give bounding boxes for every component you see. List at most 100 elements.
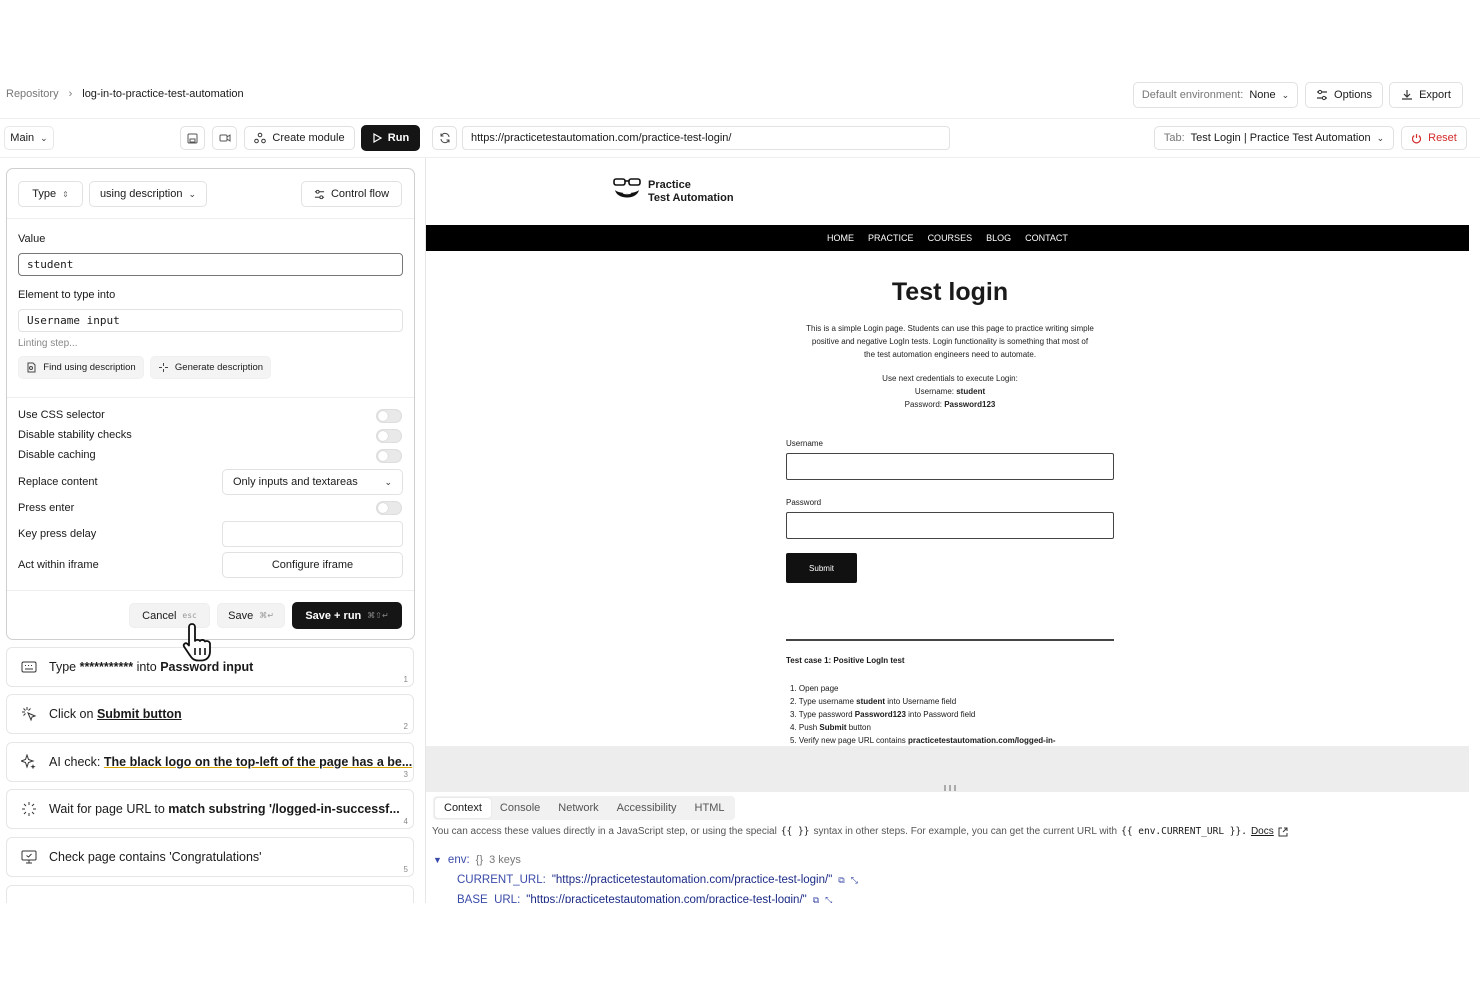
breadcrumb-repository[interactable]: Repository (6, 88, 59, 100)
css-selector-toggle[interactable] (376, 409, 402, 423)
generate-description-button[interactable]: Generate description (150, 356, 271, 379)
step-3-number: 3 (403, 770, 408, 779)
caret-down-icon[interactable]: ▼ (433, 850, 442, 870)
loader-icon (19, 799, 39, 819)
devtools-tabs: Context Console Network Accessibility HT… (433, 796, 736, 820)
expand-icon[interactable]: ⤡ (825, 890, 832, 903)
step-2-number: 2 (403, 722, 408, 731)
element-label: Element to type into (18, 289, 116, 301)
default-environment-select[interactable]: Default environment: None ⌄ (1133, 82, 1298, 108)
env-root-row[interactable]: ▼ env: {} 3 keys (433, 850, 858, 870)
create-module-button[interactable]: Create module (244, 126, 355, 150)
save-button[interactable]: Save ⌘↵ (217, 603, 285, 628)
env-label: Default environment: (1141, 89, 1244, 101)
nav-courses[interactable]: COURSES (928, 233, 973, 243)
monitor-check-icon (19, 847, 39, 867)
save-icon-button[interactable] (180, 126, 205, 150)
site-password-label: Password (786, 498, 822, 507)
site-heading: Test login (891, 278, 1009, 306)
value-input[interactable]: student (18, 253, 403, 276)
copy-icon[interactable]: ⧉ (838, 870, 844, 890)
devtools-note: You can access these values directly in … (432, 826, 1288, 837)
tab-select[interactable]: Tab: Test Login | Practice Test Automati… (1154, 126, 1394, 150)
refresh-button[interactable] (432, 126, 457, 150)
nav-practice[interactable]: PRACTICE (868, 233, 914, 243)
tab-context[interactable]: Context (435, 798, 491, 818)
cancel-hint: esc (182, 611, 197, 620)
step-2-verb: Click on (49, 707, 97, 721)
linting-status: Linting step... (18, 338, 78, 349)
site-logo[interactable]: Practice Test Automation (612, 176, 734, 208)
hand-cursor-icon (182, 623, 211, 662)
step-item-2[interactable]: Click on Submit button 2 (6, 694, 414, 734)
note-code-1: {{ }} (780, 826, 810, 837)
site-password-input[interactable] (786, 512, 1114, 539)
save-run-button[interactable]: Save + run ⌘⇧↵ (292, 602, 402, 629)
updown-icon: ⇕ (62, 189, 69, 199)
chevron-down-icon: ⌄ (1376, 132, 1385, 143)
video-icon (219, 134, 230, 142)
step-item-5[interactable]: Check page contains 'Congratulations' 5 (6, 837, 414, 877)
export-button[interactable]: Export (1389, 82, 1463, 108)
creds-password-prefix: Password: (904, 400, 945, 409)
tab-network[interactable]: Network (549, 798, 607, 818)
key-delay-label: Key press delay (18, 528, 97, 540)
stability-label: Disable stability checks (18, 429, 132, 441)
breadcrumb-current[interactable]: log-in-to-practice-test-automation (82, 88, 243, 100)
resize-handle[interactable] (944, 785, 956, 791)
testcase-step-3: 3. Type password Password123 into Passwo… (790, 710, 976, 719)
tab-html[interactable]: HTML (686, 798, 734, 818)
caching-toggle[interactable] (376, 449, 402, 463)
tab-accessibility[interactable]: Accessibility (608, 798, 686, 818)
docs-link[interactable]: Docs (1251, 826, 1274, 837)
logo-text-line1: Practice (648, 179, 691, 191)
creds-password: Password123 (944, 400, 996, 409)
nav-blog[interactable]: BLOG (986, 233, 1011, 243)
step-item-6-partial[interactable] (6, 885, 414, 903)
site-submit-button[interactable]: Submit (786, 553, 857, 583)
chevron-down-icon: ⌄ (40, 132, 48, 143)
step-item-4[interactable]: Wait for page URL to match substring '/l… (6, 789, 414, 829)
tab-console[interactable]: Console (491, 798, 549, 818)
expand-icon[interactable]: ⤡ (851, 870, 858, 890)
record-icon-button[interactable] (212, 126, 237, 150)
site-username-input[interactable] (786, 453, 1114, 480)
css-selector-label: Use CSS selector (18, 409, 105, 421)
export-label: Export (1419, 89, 1451, 101)
url-input[interactable]: https://practicetestautomation.com/pract… (462, 126, 950, 150)
stability-toggle[interactable] (376, 429, 402, 443)
chevron-down-icon: ⌄ (188, 188, 197, 199)
replace-content-select[interactable]: Only inputs and textareas ⌄ (222, 469, 403, 495)
nav-home[interactable]: HOME (827, 233, 854, 243)
control-flow-button[interactable]: Control flow (301, 181, 402, 207)
action-type-select[interactable]: Type ⇕ (18, 181, 83, 207)
testcase-list: 1. Open page 2. Type username student in… (790, 682, 1056, 746)
branch-select[interactable]: Main ⌄ (4, 126, 54, 150)
step-4-number: 4 (403, 817, 408, 826)
step-5-number: 5 (403, 865, 408, 874)
nav-contact[interactable]: CONTACT (1025, 233, 1068, 243)
copy-icon[interactable]: ⧉ (813, 890, 819, 903)
reset-button[interactable]: Reset (1401, 126, 1467, 150)
find-using-description-button[interactable]: Find using description (18, 356, 144, 379)
press-enter-toggle[interactable] (376, 501, 402, 515)
element-text: Username input (27, 314, 120, 327)
control-flow-label: Control flow (330, 188, 390, 200)
current-url-key: CURRENT_URL: (457, 874, 546, 886)
testcase-step-2: 2. Type username student into Username f… (790, 697, 957, 706)
testcase-title: Test case 1: Positive LogIn test (786, 656, 905, 665)
configure-iframe-button[interactable]: Configure iframe (222, 552, 403, 578)
submit-label: Submit (809, 563, 834, 573)
element-input[interactable]: Username input (18, 309, 403, 332)
step-item-3[interactable]: AI check: The black logo on the top-left… (6, 742, 414, 782)
glasses-beard-logo-icon (613, 178, 641, 198)
external-link-icon[interactable] (1278, 827, 1288, 837)
key-delay-input[interactable] (222, 521, 403, 547)
replace-value: Only inputs and textareas (233, 476, 358, 488)
step-5-text: Check page contains 'Congratulations' (49, 850, 262, 864)
options-button[interactable]: Options (1305, 82, 1383, 108)
locator-mode-select[interactable]: using description ⌄ (89, 181, 207, 207)
save-hint: ⌘↵ (259, 611, 274, 620)
run-button[interactable]: Run (361, 125, 420, 151)
sliders-icon (1317, 89, 1328, 101)
